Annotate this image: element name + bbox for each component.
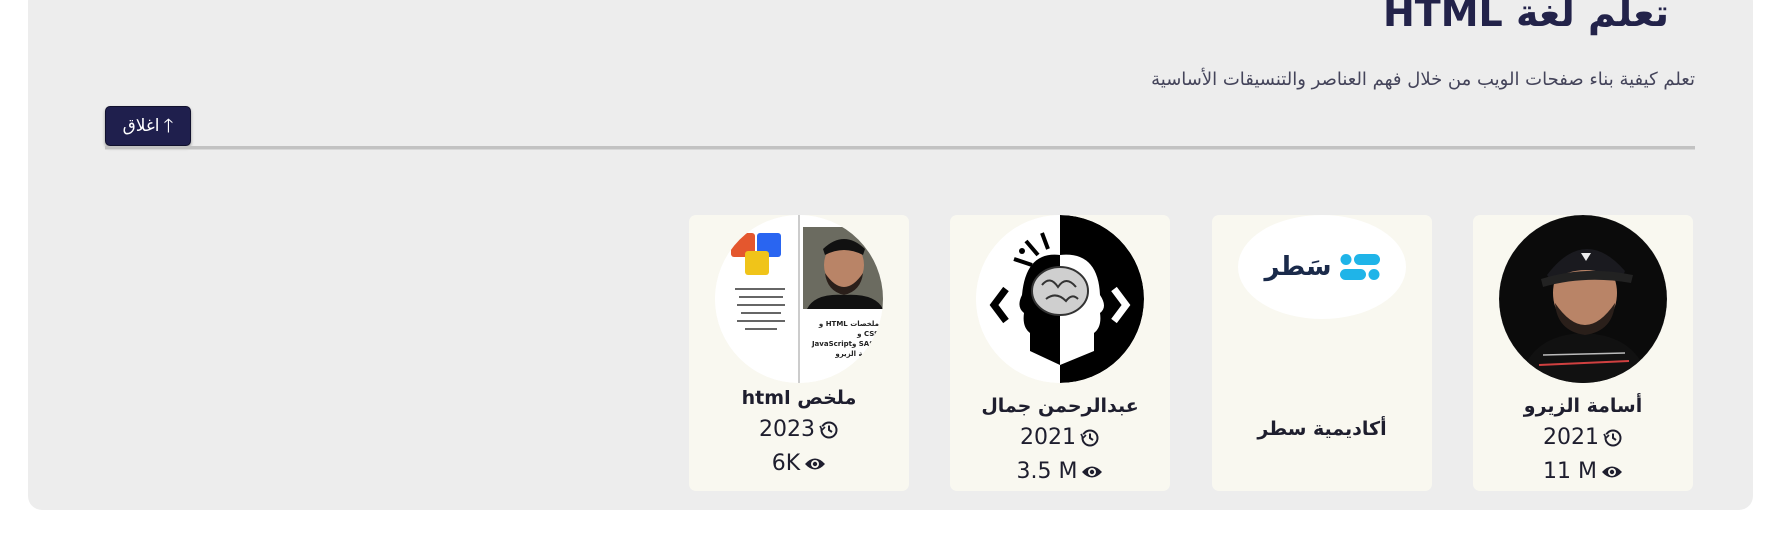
course-section-panel: تعلم لغة HTML تعلم كيفية بناء صفحات الوي…	[28, 0, 1753, 510]
card-name: أسامة الزيرو	[1523, 395, 1643, 417]
course-card-satr-academy[interactable]: سَطر أكاديمية سطر	[1212, 215, 1432, 491]
instructor-avatar	[1499, 215, 1667, 383]
divider	[105, 146, 1695, 150]
history-icon	[1080, 429, 1099, 446]
card-year: 2021	[950, 425, 1170, 450]
brain-code-logo	[976, 215, 1144, 383]
card-views: 6K	[689, 451, 909, 476]
summary-cover-title: ملخصات HTML و CSS و SASS وJavaScript أسا…	[811, 320, 879, 358]
summary-cover: ملخصات HTML و CSS و SASS وJavaScript أسا…	[715, 215, 883, 383]
section-subtitle: تعلم كيفية بناء صفحات الويب من خلال فهم …	[1151, 69, 1695, 90]
card-views: 3.5 M	[950, 459, 1170, 484]
close-button[interactable]: 🡑 اغلاق	[105, 106, 191, 146]
satr-logo: سَطر	[1238, 215, 1406, 319]
section-title: تعلم لغة HTML	[1382, 0, 1669, 35]
card-year: 2023	[689, 417, 909, 442]
course-card-html-summary[interactable]: ملخصات HTML و CSS و SASS وJavaScript أسا…	[689, 215, 909, 491]
card-name: ملخص html	[741, 387, 857, 409]
card-name: أكاديمية سطر	[1257, 418, 1387, 440]
course-card-osama-elzero[interactable]: أسامة الزيرو 2021 11 M	[1473, 215, 1693, 491]
history-icon	[1603, 429, 1622, 446]
history-icon	[819, 421, 838, 438]
close-button-label: اغلاق	[122, 116, 160, 136]
satr-logo-text: سَطر	[1264, 252, 1332, 282]
eye-icon	[1082, 466, 1103, 477]
card-name: عبدالرحمن جمال	[981, 395, 1139, 417]
card-year: 2021	[1473, 425, 1693, 450]
card-views: 11 M	[1473, 459, 1693, 484]
arrow-up-icon: 🡑	[163, 114, 174, 137]
eye-icon	[1601, 466, 1622, 477]
eye-icon	[805, 458, 826, 469]
satr-logo-mark-icon	[1339, 254, 1380, 280]
course-card-abdelrahman-gamal[interactable]: عبدالرحمن جمال 2021 3.5 M	[950, 215, 1170, 491]
